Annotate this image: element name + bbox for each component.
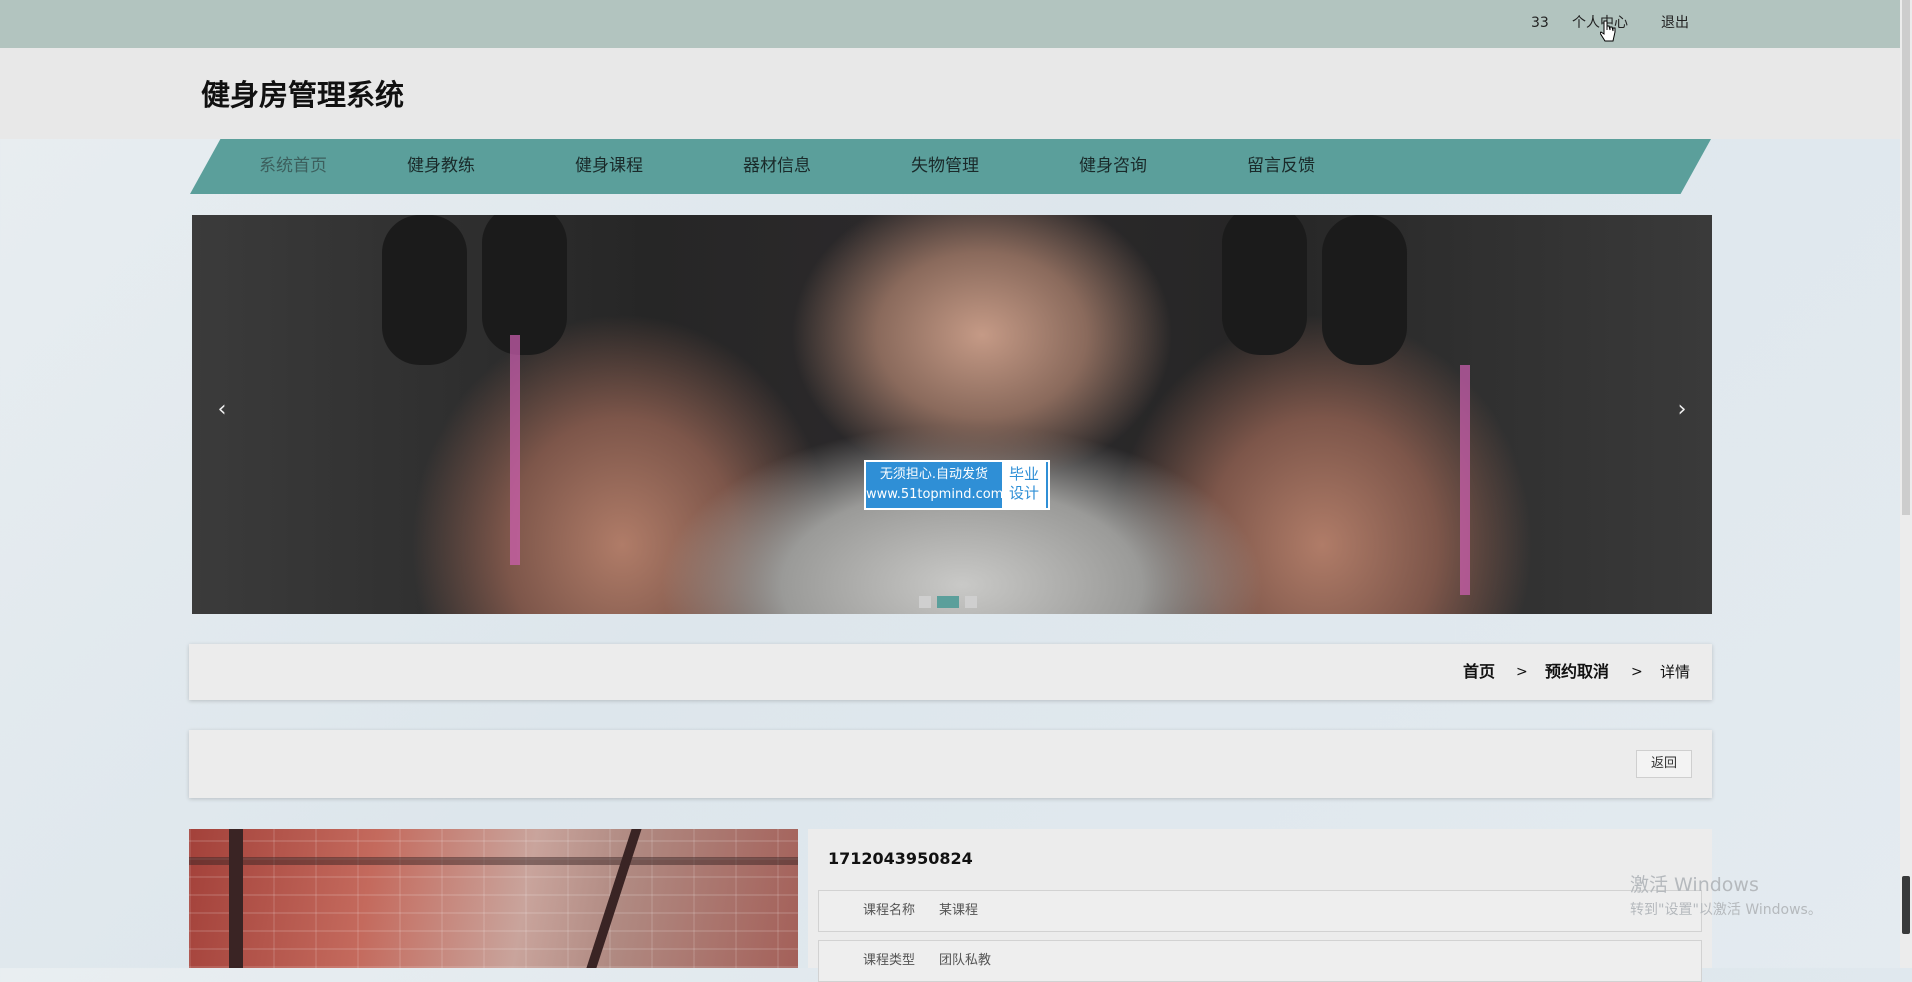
watermark-right-line1: 毕业 (1008, 465, 1039, 483)
nav-item-courses[interactable]: 健身课程 (544, 139, 674, 194)
main-nav: 系统首页 健身教练 健身课程 器材信息 失物管理 健身咨询 留言反馈 (190, 139, 1711, 194)
field-label: 课程类型 (863, 953, 916, 968)
scrollbar-track-upper (1902, 0, 1910, 515)
field-label: 课程名称 (863, 903, 916, 918)
carousel-dot-3[interactable] (965, 596, 977, 608)
nav-item-lost-found[interactable]: 失物管理 (880, 139, 1010, 194)
site-header: 健身房管理系统 (0, 48, 1900, 139)
windows-activation-title: 激活 Windows (1630, 874, 1759, 896)
carousel-prev-arrow[interactable]: ‹ (207, 395, 237, 425)
back-button[interactable]: 返回 (1636, 750, 1692, 778)
banner-carousel: ‹ › 无须担心.自动发货 www.51topmind.com 毕业 设计 (192, 215, 1712, 614)
carousel-next-arrow[interactable]: › (1667, 395, 1697, 425)
breadcrumb: 首页 > 预约取消 > 详情 (189, 644, 1712, 700)
field-value: 团队私教 (939, 953, 992, 968)
logout-link[interactable]: 退出 (1661, 0, 1689, 48)
breadcrumb-home[interactable]: 首页 (1463, 644, 1495, 700)
breadcrumb-separator: > (1516, 664, 1528, 680)
light-glow-right (1460, 365, 1470, 595)
carousel-indicators (919, 596, 977, 608)
nav-item-equipment[interactable]: 器材信息 (712, 139, 842, 194)
watermark-line2: www.51topmind.com (866, 487, 1004, 502)
field-value: 某课程 (939, 903, 979, 918)
windows-activation-subtitle: 转到"设置"以激活 Windows。 (1630, 902, 1822, 918)
site-title: 健身房管理系统 (201, 78, 405, 112)
mouse-cursor-icon (1600, 20, 1616, 42)
image-beam (586, 829, 642, 968)
breadcrumb-separator: > (1631, 664, 1643, 680)
detail-id: 1712043950824 (828, 849, 973, 868)
watermark-line1: 无须担心.自动发货 (879, 467, 989, 482)
course-image (189, 829, 798, 968)
nav-item-coaches[interactable]: 健身教练 (376, 139, 506, 194)
scrollbar-thumb[interactable] (1902, 876, 1910, 934)
image-beam (229, 829, 243, 968)
detail-panel: 1712043950824 课程名称 某课程 课程类型 团队私教 (808, 829, 1712, 982)
breadcrumb-current: 详情 (1660, 663, 1691, 681)
light-glow-left (510, 335, 520, 565)
field-row-course-type: 课程类型 团队私教 (818, 940, 1702, 982)
carousel-dot-2[interactable] (937, 596, 959, 608)
dumbbell-left-shape (382, 215, 467, 365)
field-row-course-name: 课程名称 某课程 (818, 890, 1702, 932)
action-bar: 返回 (189, 730, 1712, 798)
user-id-label: 33 (1531, 15, 1549, 31)
carousel-dot-1[interactable] (919, 596, 931, 608)
nav-item-feedback[interactable]: 留言反馈 (1216, 139, 1346, 194)
watermark-right-line2: 设计 (1008, 484, 1039, 502)
dumbbell-right2-shape (1322, 215, 1407, 365)
windows-activation-notice: 激活 Windows 转到"设置"以激活 Windows。 (1630, 870, 1822, 919)
nav-item-consult[interactable]: 健身咨询 (1048, 139, 1178, 194)
dumbbell-right-shape (1222, 215, 1307, 355)
nav-item-home[interactable]: 系统首页 (228, 139, 358, 194)
page-scrollbar[interactable] (1900, 0, 1912, 968)
image-beam (189, 857, 798, 865)
breadcrumb-section[interactable]: 预约取消 (1545, 644, 1609, 700)
dumbbell-left2-shape (482, 215, 567, 355)
watermark-badge: 无须担心.自动发货 www.51topmind.com 毕业 设计 (864, 460, 1050, 510)
